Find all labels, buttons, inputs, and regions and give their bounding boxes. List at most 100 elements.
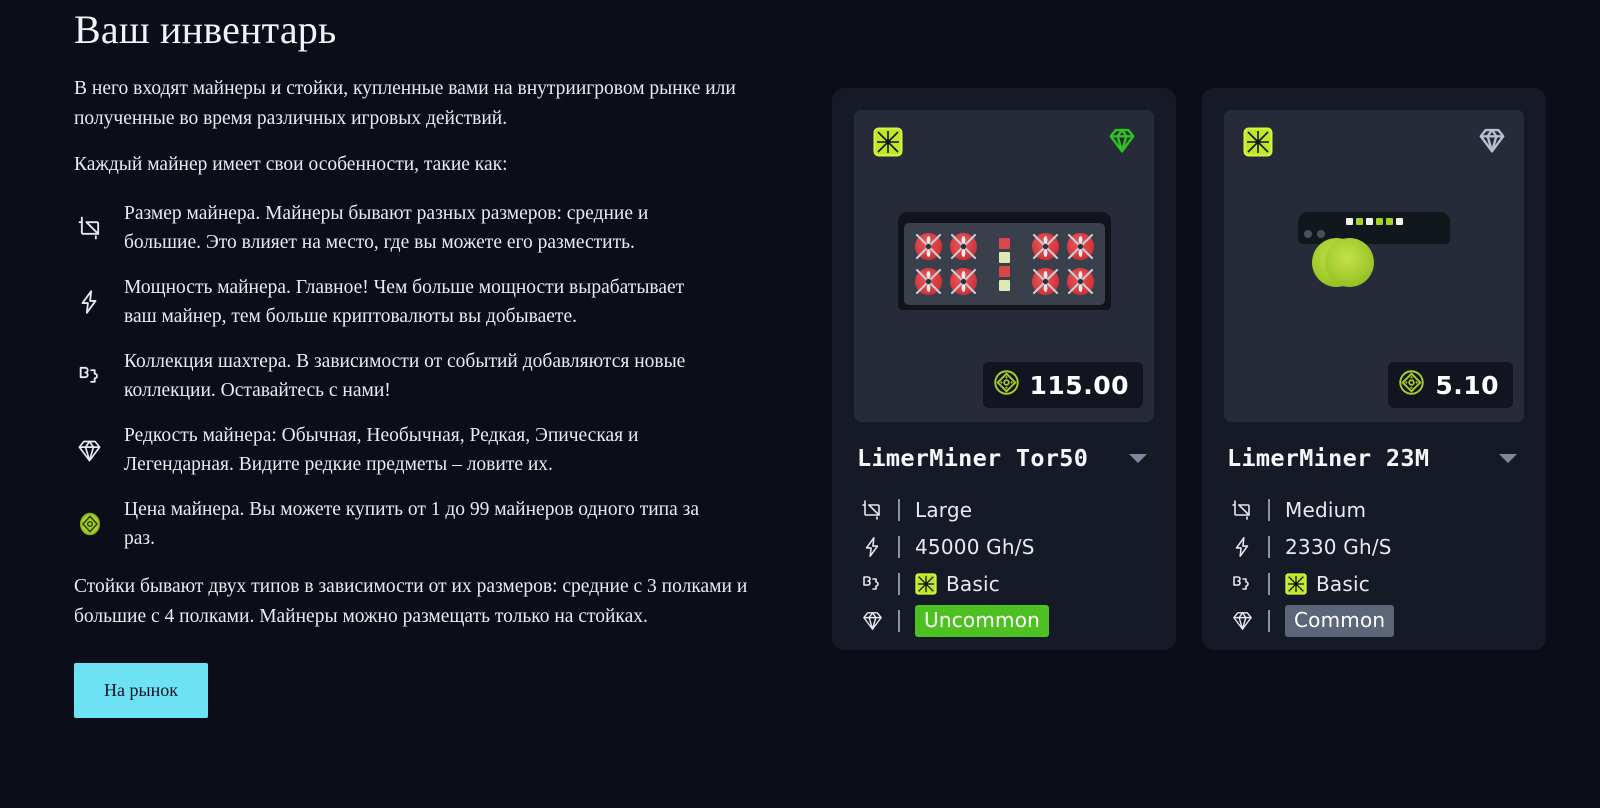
spec-divider (898, 498, 900, 521)
miner-card[interactable]: 115.00 LimerMiner Tor50 Large 45000 Gh/S… (832, 88, 1176, 650)
diamond-icon (857, 609, 887, 632)
miner-artwork-large (854, 212, 1154, 310)
card-title: LimerMiner Tor50 (857, 444, 1089, 472)
puzzle-piece-icon (857, 572, 887, 596)
feature-text: Цена майнера. Вы можете купить от 1 до 9… (124, 499, 699, 550)
feature-text: Коллекция шахтера. В зависимости от собы… (124, 351, 686, 402)
spec-value: Large (915, 497, 973, 522)
spec-divider (1268, 535, 1270, 558)
inventory-cards: 115.00 LimerMiner Tor50 Large 45000 Gh/S… (830, 0, 1600, 650)
lightning-bolt-icon (1227, 536, 1257, 558)
feature-list: Размер майнера. Майнеры бывают разных ра… (74, 199, 830, 553)
inventory-description-column: Ваш инвентарь В него входят майнеры и ст… (0, 0, 830, 718)
fan-icon (947, 265, 980, 298)
miner-card[interactable]: 5.10 LimerMiner 23M Medium 2330 Gh/S Bas… (1202, 88, 1546, 650)
led-indicator (1385, 218, 1393, 225)
price-value: 115.00 (1029, 370, 1129, 400)
lightning-bolt-icon (857, 536, 887, 558)
led-indicator (1365, 218, 1373, 225)
spec-row-size: Medium (1227, 491, 1524, 528)
fan-icon (1064, 230, 1097, 263)
card-header: LimerMiner 23M (1224, 444, 1524, 472)
card-artwork-area: 5.10 (1224, 110, 1524, 422)
diamond-icon (1107, 125, 1137, 155)
chevron-down-icon[interactable] (1129, 453, 1147, 463)
miner-size-icon (857, 498, 887, 522)
market-button[interactable]: На рынок (74, 662, 208, 718)
lightning-bolt-icon (74, 289, 120, 315)
spec-value: Medium (1285, 497, 1367, 522)
inventory-page: Ваш инвентарь В него входят майнеры и ст… (0, 0, 1600, 808)
spec-row-size: Large (857, 491, 1154, 528)
spec-value-collection: Basic (1285, 572, 1370, 596)
price-value: 5.10 (1435, 370, 1499, 400)
intro-paragraph-2: Каждый майнер имеет свои особенности, та… (74, 154, 508, 176)
fan-icon (1064, 265, 1097, 298)
card-header: LimerMiner Tor50 (854, 444, 1154, 472)
spec-divider (1268, 609, 1270, 632)
fan-icon (1029, 265, 1062, 298)
spec-divider (1268, 572, 1270, 595)
puzzle-piece-icon (1227, 572, 1257, 596)
feature-text: Редкость майнера: Обычная, Необычная, Ре… (124, 425, 639, 476)
fan-group-right (1029, 230, 1097, 298)
led-indicator (1375, 218, 1383, 225)
spec-row-power: 45000 Gh/S (857, 528, 1154, 565)
fan-icon (912, 230, 945, 263)
feature-item-rarity: Редкость майнера: Обычная, Необычная, Ре… (74, 421, 830, 479)
fan-icon (912, 265, 945, 298)
feature-item-collection: Коллекция шахтера. В зависимости от собы… (74, 347, 830, 405)
fan-grid-icon (915, 572, 937, 595)
led-indicator (1395, 218, 1403, 225)
fan-group-left (912, 230, 980, 298)
led-indicator-row (1298, 218, 1450, 225)
feature-text: Мощность майнера. Главное! Чем больше мо… (124, 277, 685, 328)
led-indicator (1355, 218, 1363, 225)
puzzle-piece-icon (74, 362, 120, 390)
led-indicator (1345, 218, 1353, 225)
fan-icon (947, 230, 980, 263)
collection-label: Basic (946, 571, 1000, 596)
miner-size-icon (1227, 498, 1257, 522)
fan-grid-icon (1285, 572, 1307, 595)
coin-icon (1398, 369, 1425, 401)
fan-housing (1304, 230, 1312, 238)
miner-size-icon (74, 214, 120, 242)
diamond-icon (74, 437, 120, 464)
feature-item-price: Цена майнера. Вы можете купить от 1 до 9… (74, 495, 830, 553)
led-indicator-column (998, 237, 1010, 291)
feature-text: Размер майнера. Майнеры бывают разных ра… (124, 203, 649, 254)
chevron-down-icon[interactable] (1499, 453, 1517, 463)
spec-divider (1268, 498, 1270, 521)
diamond-icon (1477, 125, 1507, 155)
led-indicator (998, 279, 1010, 291)
spec-value: 45000 Gh/S (915, 534, 1035, 559)
led-indicator (998, 251, 1010, 263)
fan-grid-icon (873, 127, 903, 157)
feature-item-size: Размер майнера. Майнеры бывают разных ра… (74, 199, 830, 257)
feature-item-power: Мощность майнера. Главное! Чем больше мо… (74, 273, 830, 331)
rarity-badge: Common (1285, 604, 1395, 637)
fan-housing (1317, 230, 1325, 238)
spec-row-rarity: Uncommon (857, 602, 1154, 639)
card-title: LimerMiner 23M (1227, 444, 1430, 472)
collection-label: Basic (1316, 571, 1370, 596)
miner-artwork-medium (1224, 212, 1524, 244)
spec-row-power: 2330 Gh/S (1227, 528, 1524, 565)
closing-paragraph: Стойки бывают двух типов в зависимости о… (74, 575, 748, 627)
diamond-icon (1227, 609, 1257, 632)
card-specs: Medium 2330 Gh/S Basic Common (1224, 491, 1524, 639)
card-artwork-area: 115.00 (854, 110, 1154, 422)
led-indicator (998, 237, 1010, 249)
price-badge: 115.00 (982, 362, 1143, 408)
spec-row-rarity: Common (1227, 602, 1524, 639)
spec-row-collection: Basic (857, 565, 1154, 602)
spec-value-collection: Basic (915, 572, 1000, 596)
intro-paragraph-1: В него входят майнеры и стойки, купленны… (74, 78, 736, 129)
spec-divider (898, 609, 900, 632)
price-badge: 5.10 (1388, 362, 1513, 408)
card-specs: Large 45000 Gh/S Basic Uncommon (854, 491, 1154, 639)
spec-value: 2330 Gh/S (1285, 534, 1392, 559)
fan-grid-icon (1243, 127, 1273, 157)
spec-divider (898, 535, 900, 558)
